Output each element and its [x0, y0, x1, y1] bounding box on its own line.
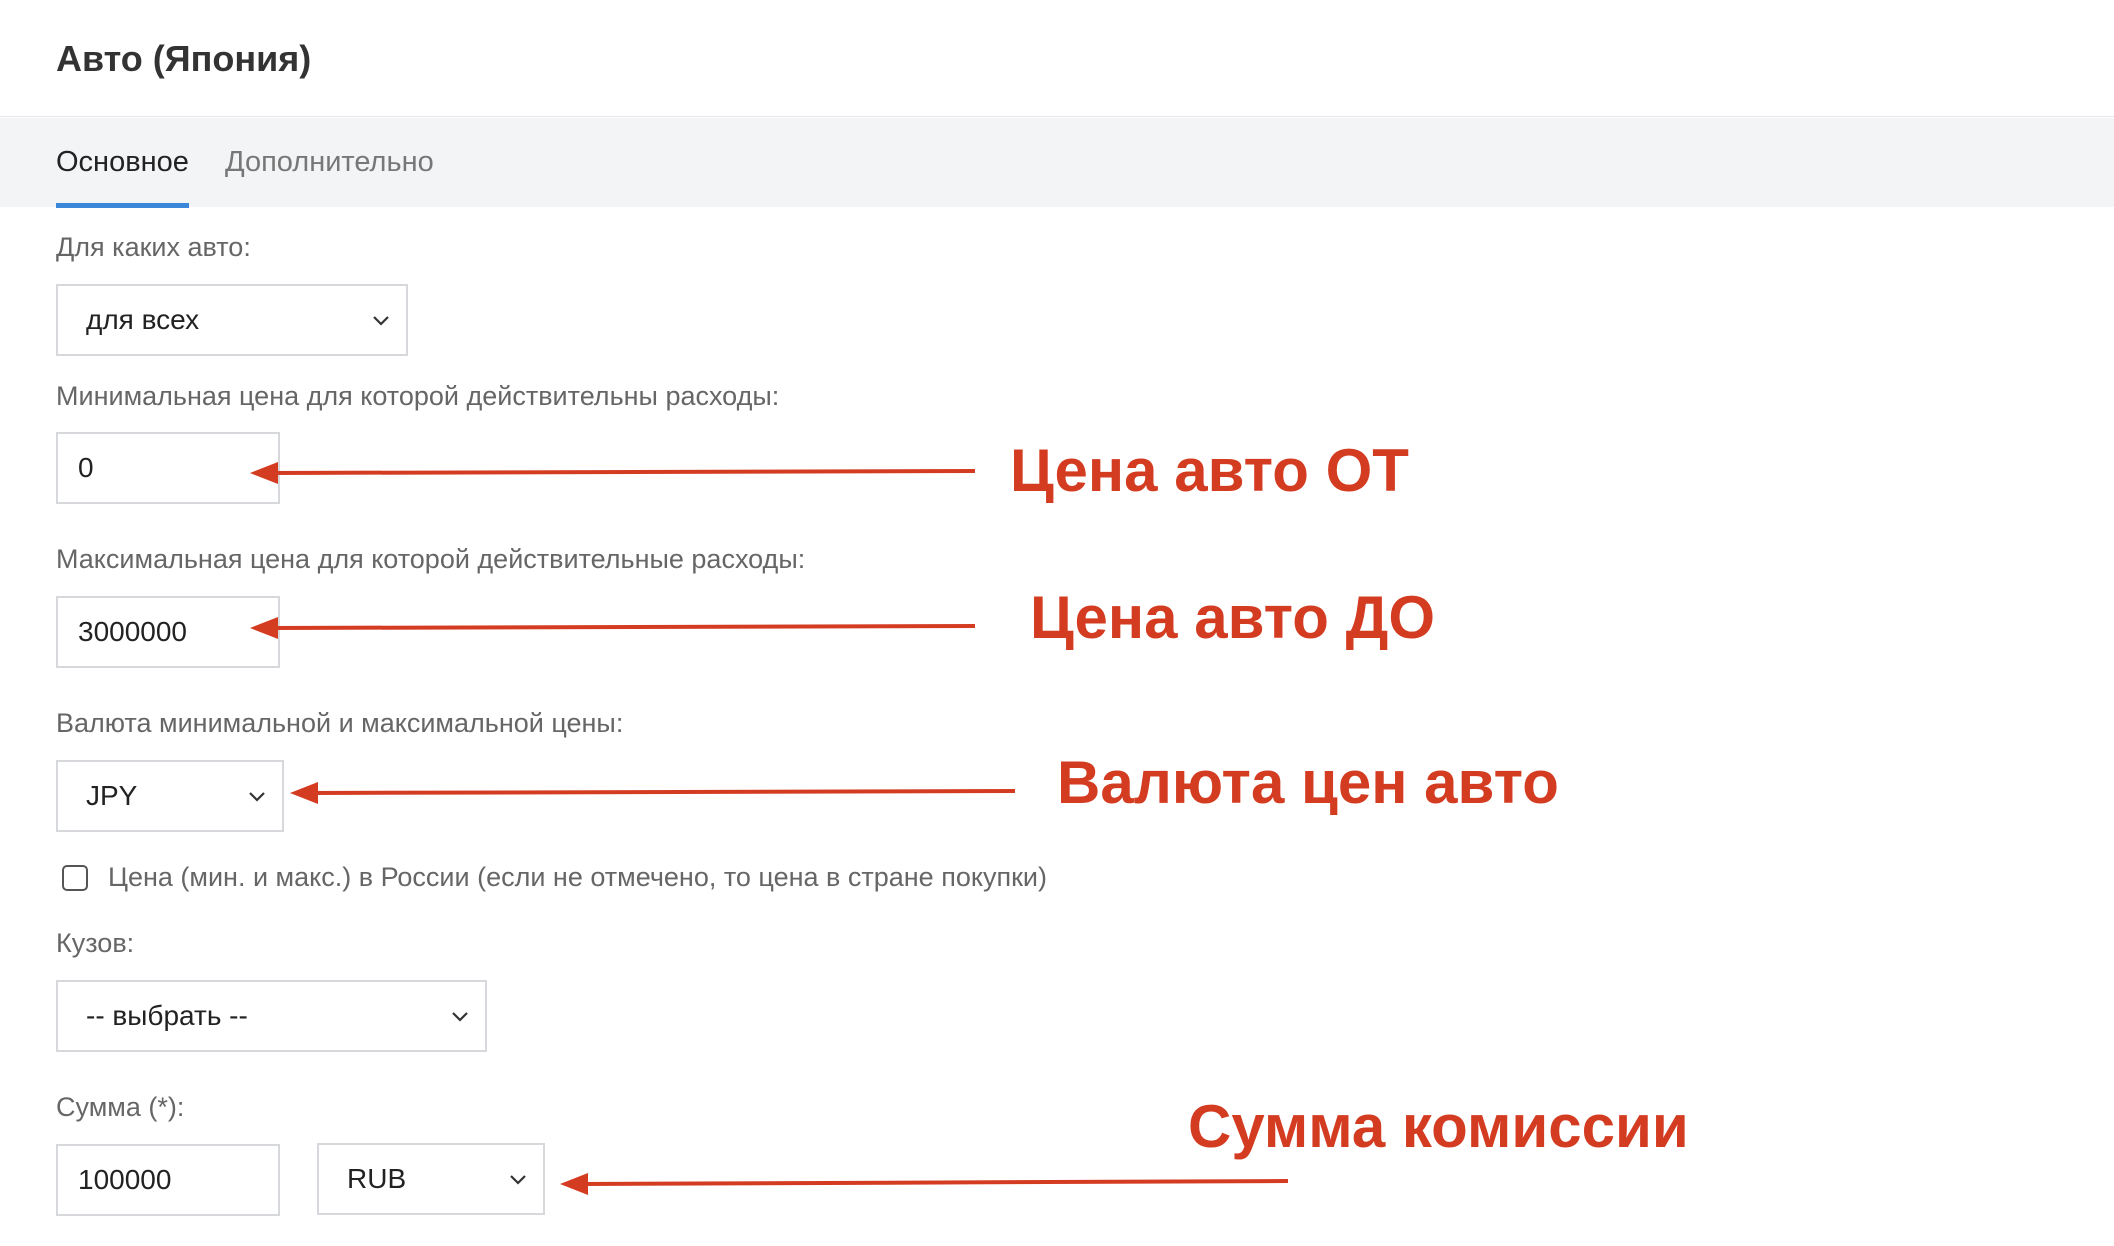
body-value: -- выбрать -- [86, 1000, 248, 1031]
annotation-commission-sum: Сумма комиссии [1188, 1093, 1689, 1160]
russia-price-checkbox[interactable] [62, 864, 88, 891]
sum-currency-value: RUB [347, 1163, 407, 1194]
arrow-left-icon [250, 462, 976, 484]
min-price-label: Минимальная цена для которой действитель… [56, 381, 780, 411]
sum-input[interactable]: 100000 [56, 1144, 280, 1216]
arrow-left-icon [250, 617, 976, 639]
chevron-down-icon [373, 316, 389, 326]
max-price-value: 3000000 [78, 616, 188, 647]
body-label: Кузов: [56, 928, 135, 958]
max-price-input[interactable]: 3000000 [56, 596, 280, 668]
min-price-value: 0 [78, 452, 94, 483]
annotation-price-currency: Валюта цен авто [1057, 749, 1559, 816]
cars-for-select[interactable]: для всех [56, 284, 408, 356]
sum-currency-select[interactable]: RUB [317, 1143, 545, 1215]
tab-main[interactable]: Основное [56, 146, 189, 208]
chevron-down-icon [510, 1175, 526, 1185]
currency-select[interactable]: JPY [56, 760, 284, 832]
cars-for-value: для всех [86, 304, 200, 335]
sum-value: 100000 [78, 1164, 172, 1195]
currency-label: Валюта минимальной и максимальной цены: [56, 708, 624, 738]
russia-price-label: Цена (мин. и макс.) в России (если не от… [108, 862, 1047, 892]
header: Авто (Япония) [0, 0, 2114, 117]
chevron-down-icon [249, 792, 265, 802]
chevron-down-icon [452, 1012, 468, 1022]
max-price-label: Максимальная цена для которой действител… [56, 544, 806, 574]
tab-extra[interactable]: Дополнительно [225, 146, 434, 203]
tab-bar: Основное Дополнительно [0, 118, 2114, 208]
min-price-input[interactable]: 0 [56, 432, 280, 504]
annotation-price-to: Цена авто ДО [1030, 584, 1435, 651]
page-title: Авто (Япония) [56, 38, 312, 79]
body-select[interactable]: -- выбрать -- [56, 980, 487, 1052]
russia-price-row: Цена (мин. и макс.) в России (если не от… [62, 862, 1047, 893]
page: Авто (Япония) Основное Дополнительно Для… [0, 0, 2114, 1246]
annotation-price-from: Цена авто ОТ [1010, 437, 1409, 504]
arrow-left-icon [290, 782, 1016, 804]
sum-label: Сумма (*): [56, 1092, 185, 1122]
currency-value: JPY [86, 780, 138, 811]
cars-for-label: Для каких авто: [56, 232, 251, 262]
arrow-left-icon [560, 1173, 1289, 1195]
